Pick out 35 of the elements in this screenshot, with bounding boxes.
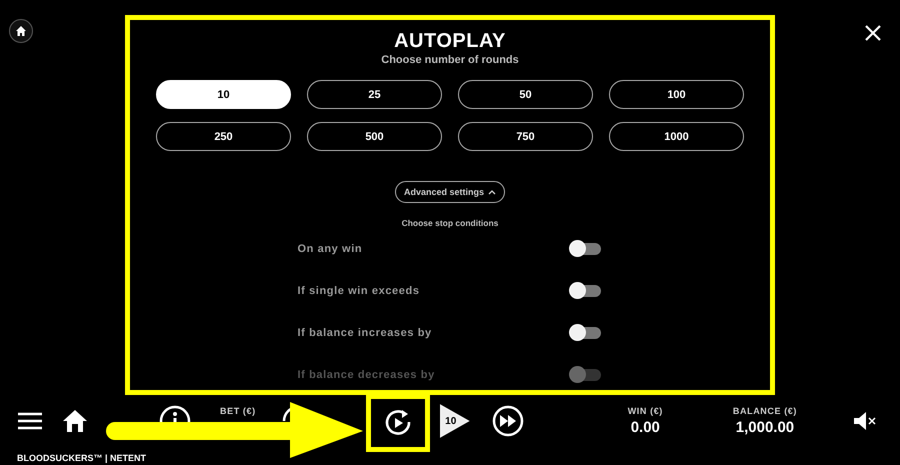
balance-value: 1,000.00 [736,419,794,436]
bet-label: BET (€) [220,406,256,416]
advanced-settings-button[interactable]: Advanced settings [394,181,506,203]
rounds-option[interactable]: 50 [458,80,593,109]
toggle-switch[interactable] [570,284,600,296]
win-label: WIN (€) [628,406,663,416]
rounds-option[interactable]: 750 [458,122,593,151]
home-icon [15,25,27,37]
dialog-title: AUTOPLAY [394,30,506,53]
balance-label: BALANCE (€) [732,406,798,416]
stop-condition-label: On any win [298,242,362,254]
fast-forward-icon[interactable] [492,405,524,437]
stop-condition-label: If balance decreases by [298,368,435,380]
mute-icon[interactable] [853,411,878,431]
close-icon [864,24,882,42]
stop-condition-label: If single win exceeds [298,284,420,296]
chevron-icon [488,189,496,195]
win-value: 0.00 [630,419,660,436]
rounds-option[interactable]: 100 [609,80,744,109]
autoplay-icon[interactable] [382,408,413,438]
stop-condition-label: If balance increases by [298,326,432,338]
dialog-subtitle: Choose number of rounds [381,54,519,66]
rounds-option[interactable]: 500 [307,122,442,151]
home-icon[interactable] [62,409,88,433]
toggle-switch[interactable] [570,326,600,338]
toggle-switch[interactable] [570,242,600,254]
stop-conditions-heading: Choose stop conditions [402,218,498,228]
rounds-option[interactable]: 25 [307,80,442,109]
rounds-option[interactable]: 1000 [609,122,744,151]
menu-icon[interactable] [17,412,43,430]
rounds-option[interactable]: 10 [156,80,291,109]
rounds-option[interactable]: 250 [156,122,291,151]
game-provider-label: BLOODSUCKERS™ | NETENT [17,453,148,463]
home-button[interactable] [9,19,33,43]
spin-button[interactable]: 10 [440,404,470,438]
